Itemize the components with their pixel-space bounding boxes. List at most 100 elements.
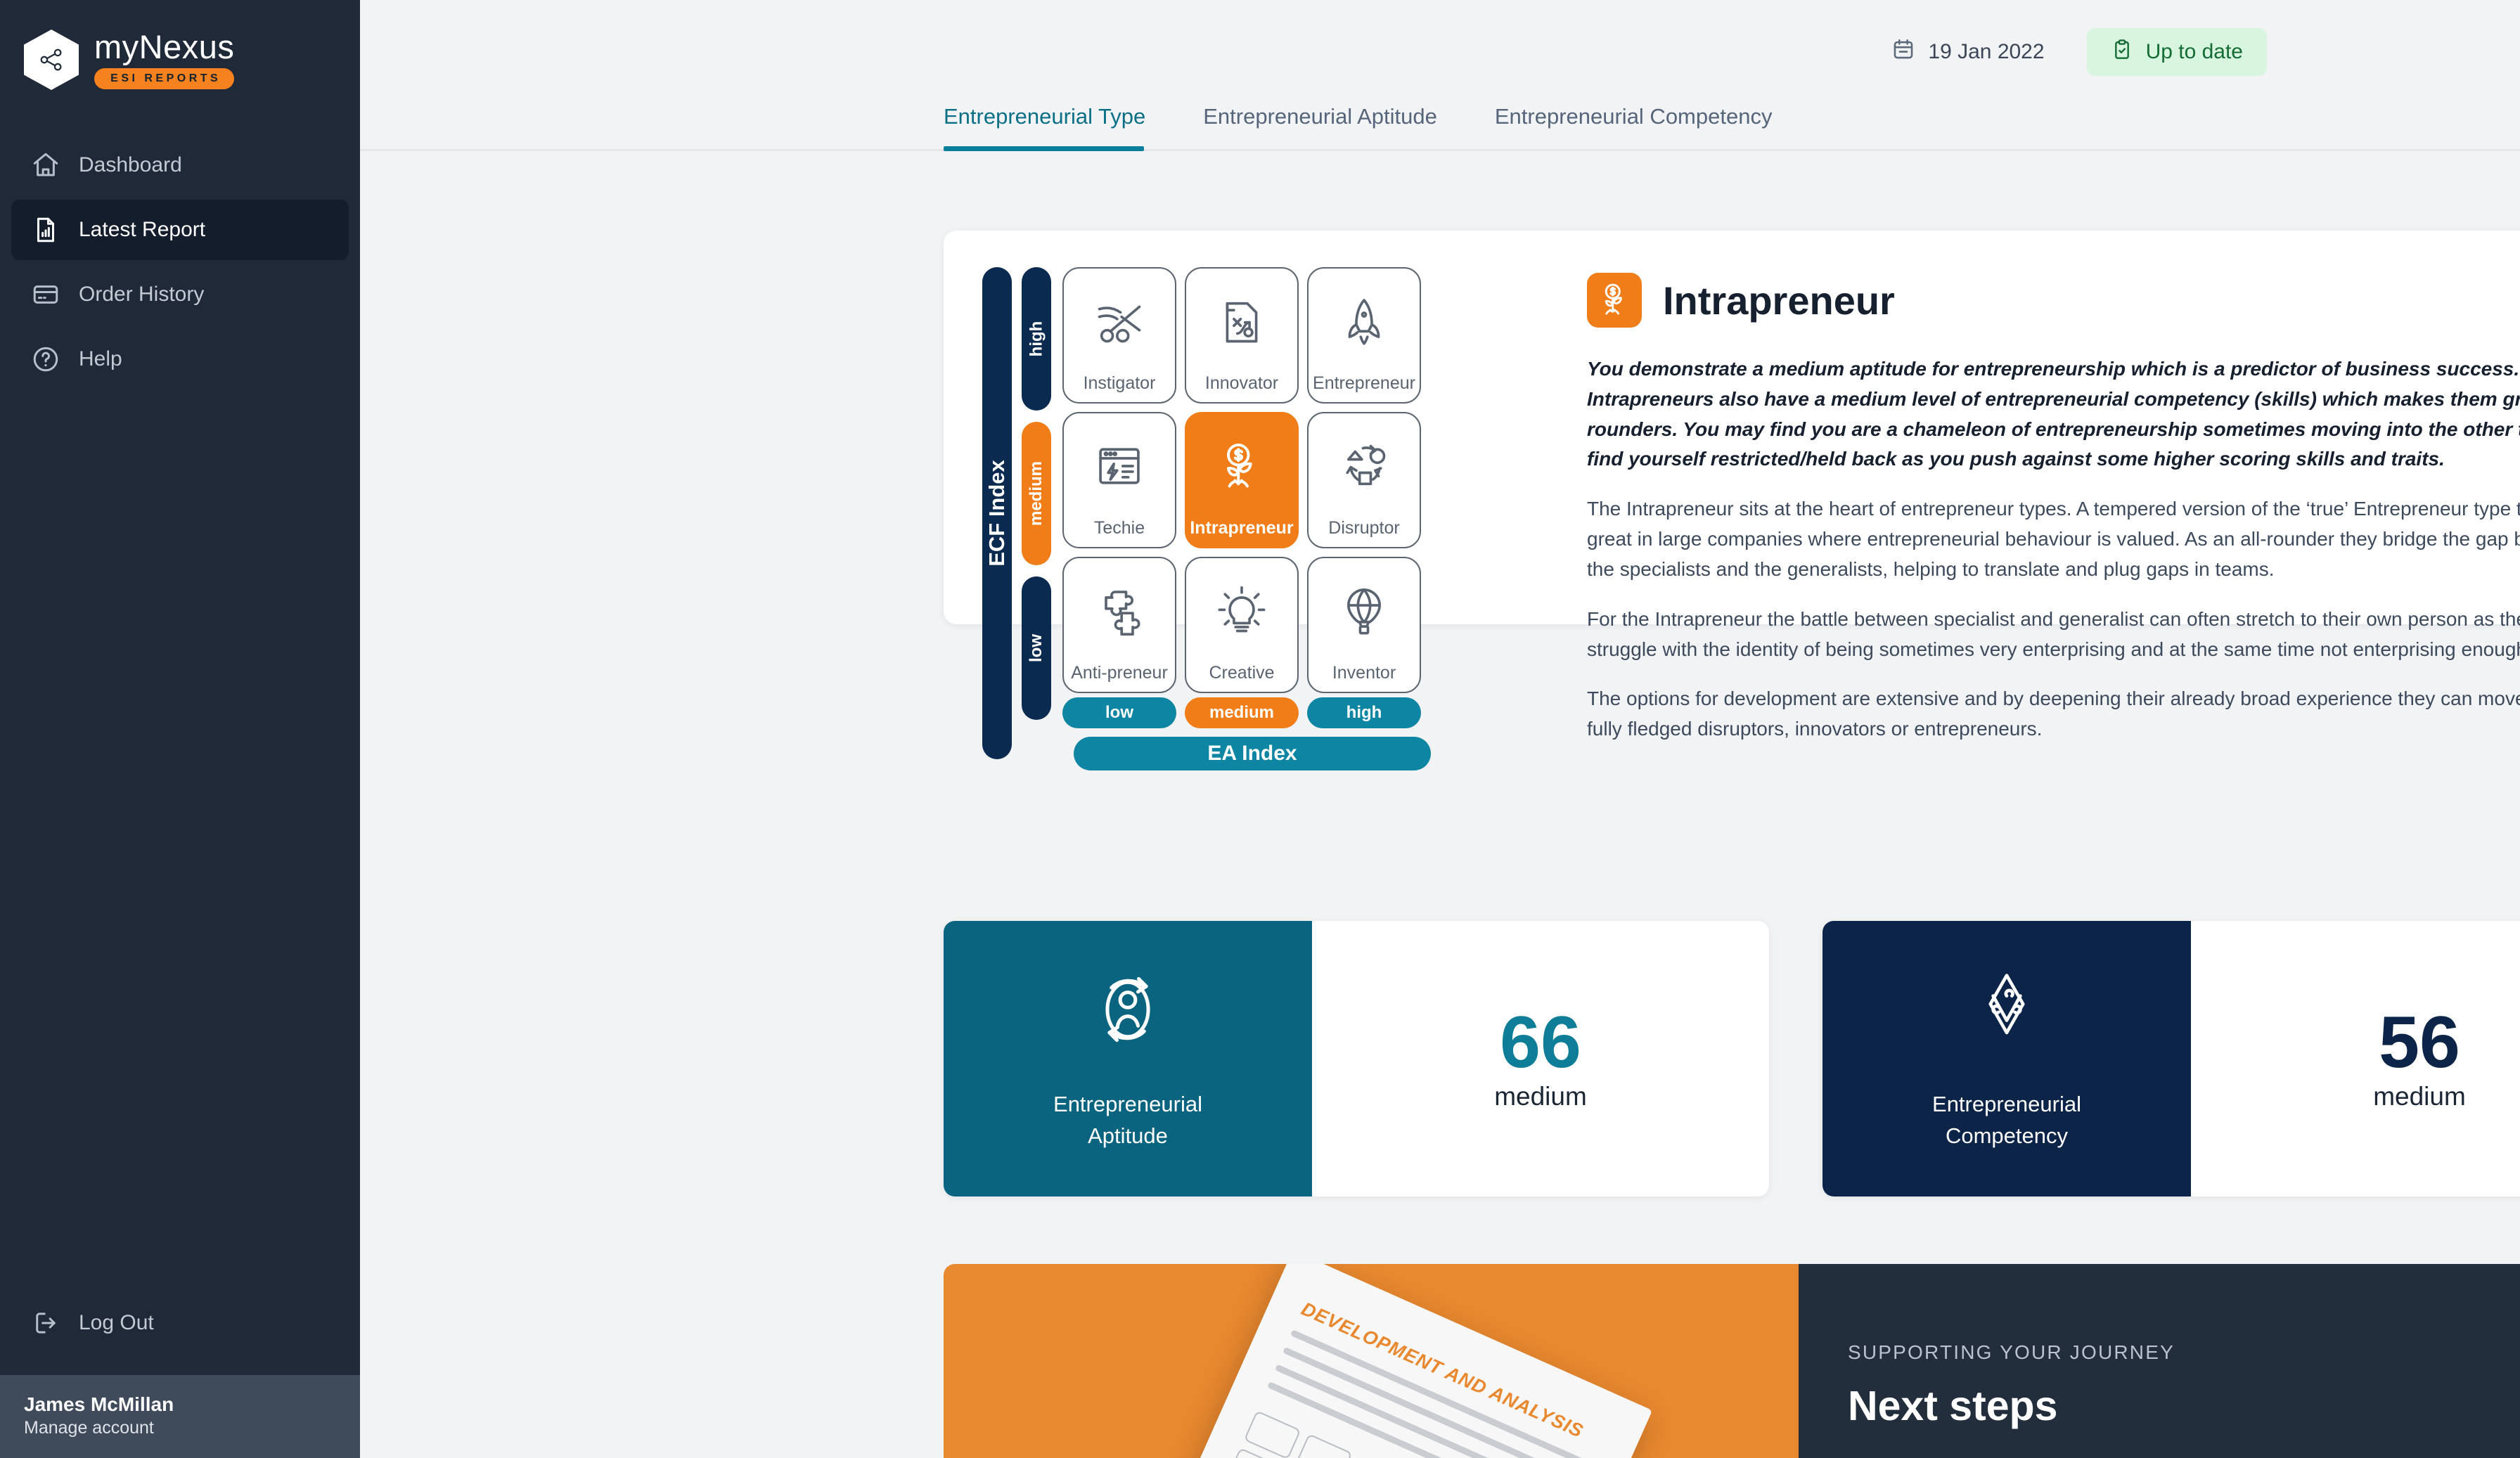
next-steps-image: DEVELOPMENT AND ANALYSIS: [944, 1264, 1799, 1458]
money-plant-icon: [1215, 413, 1268, 518]
score-card-aptitude-value: 66 medium: [1312, 921, 1769, 1196]
share-nodes-icon: [40, 49, 62, 71]
tab-label: Entrepreneurial Aptitude: [1203, 104, 1437, 129]
hot-air-balloon-icon: [1337, 558, 1391, 663]
brand-badge: ESI REPORTS: [94, 68, 235, 89]
ea-index-axis-label: EA Index: [1074, 737, 1431, 770]
type-cell-inventor[interactable]: Inventor: [1307, 557, 1421, 693]
score-card-aptitude: Entrepreneurial Aptitude 66 medium: [944, 921, 1769, 1196]
score-band: medium: [2373, 1082, 2466, 1111]
lightbulb-icon: [1215, 558, 1268, 663]
puzzle-piece-icon: [1093, 558, 1146, 663]
scissors-icon: [1093, 269, 1146, 373]
tab-bar: Entrepreneurial Type Entrepreneurial Apt…: [360, 104, 2520, 151]
status-badge: Up to date: [2086, 28, 2267, 76]
logout-button[interactable]: Log Out: [11, 1295, 174, 1351]
ecf-level-medium: medium: [1022, 422, 1051, 565]
type-cell-label: Disruptor: [1328, 518, 1400, 538]
type-cell-label: Anti-preneur: [1071, 663, 1168, 683]
score-card-competency-value: 56 medium: [2191, 921, 2520, 1196]
score-card-competency: Entrepreneurial Competency 56 medium: [1822, 921, 2520, 1196]
app-root: myNexus ESI REPORTS Dashboard Latest Rep…: [0, 0, 2520, 1458]
clipboard-check-icon: [2111, 38, 2133, 66]
ecf-level-high: high: [1022, 267, 1051, 411]
logout-label: Log Out: [79, 1311, 154, 1334]
logout-icon: [31, 1308, 60, 1338]
shapes-cycle-icon: [1337, 413, 1391, 518]
sidebar-item-label: Help: [79, 347, 122, 370]
type-description-header: Intrapreneur: [1587, 273, 2520, 328]
browser-bolt-icon: [1093, 413, 1146, 518]
sidebar: myNexus ESI REPORTS Dashboard Latest Rep…: [0, 0, 360, 1458]
sidebar-item-help[interactable]: Help: [11, 329, 349, 389]
tab-entrepreneurial-type[interactable]: Entrepreneurial Type: [944, 104, 1174, 151]
ecf-index-axis-label: ECF Index: [982, 267, 1012, 759]
type-description: Intrapreneur You demonstrate a medium ap…: [1545, 231, 2520, 740]
type-description-paragraph: The options for development are extensiv…: [1587, 688, 2520, 740]
entrepreneurial-type-card: ECF Index high medium low Instigator Inn…: [944, 231, 2520, 770]
score-card-competency-label: Entrepreneurial Competency: [1932, 1092, 2081, 1148]
help-icon: [31, 344, 60, 374]
home-icon: [31, 150, 60, 180]
sidebar-item-label: Dashboard: [79, 153, 182, 176]
account-manage-link: Manage account: [24, 1418, 154, 1438]
brand-logo[interactable]: myNexus ESI REPORTS: [0, 0, 360, 90]
main-content: 19 Jan 2022 Up to date Entrepreneurial T…: [360, 0, 2520, 1458]
type-grid: Instigator Innovator Entrepreneur Techie…: [1062, 267, 1421, 693]
strategy-doc-icon: [1215, 269, 1268, 373]
score-band: medium: [1494, 1082, 1587, 1111]
brand-name: myNexus: [94, 28, 235, 65]
next-steps-title: Next steps: [1848, 1383, 2058, 1429]
score-card-competency-panel: Entrepreneurial Competency: [1822, 921, 2191, 1196]
type-cell-label: Intrapreneur: [1190, 518, 1294, 538]
next-steps-kicker: SUPPORTING YOUR JOURNEY: [1848, 1341, 2175, 1363]
sidebar-item-label: Latest Report: [79, 218, 206, 241]
ea-level-low: low: [1062, 697, 1176, 728]
type-cell-anti-preneur[interactable]: Anti-preneur: [1062, 557, 1176, 693]
type-cell-disruptor[interactable]: Disruptor: [1307, 412, 1421, 548]
tab-label: Entrepreneurial Type: [944, 104, 1146, 129]
tab-label: Entrepreneurial Competency: [1494, 104, 1773, 129]
type-cell-label: Techie: [1093, 518, 1145, 538]
ea-level-labels: low medium high: [1062, 697, 1421, 728]
next-steps-panel: SUPPORTING YOUR JOURNEY Next steps: [1799, 1264, 2520, 1458]
type-cell-intrapreneur[interactable]: Intrapreneur: [1185, 412, 1299, 548]
score-value: 56: [2379, 1002, 2460, 1083]
money-plant-icon: [1587, 273, 1642, 328]
competency-puzzle-icon: [1963, 966, 2050, 1057]
type-matrix: ECF Index high medium low Instigator Inn…: [982, 267, 1545, 801]
sidebar-nav: Dashboard Latest Report Order History He…: [0, 135, 360, 389]
type-description-lead: You demonstrate a medium aptitude for en…: [1587, 358, 2520, 470]
ecf-index-text: ECF Index: [984, 460, 1009, 567]
ecf-level-low: low: [1022, 576, 1051, 720]
sidebar-item-dashboard[interactable]: Dashboard: [11, 135, 349, 195]
page-title: Intrapreneur: [1663, 278, 1895, 323]
type-cell-label: Entrepreneur: [1313, 373, 1415, 393]
tab-entrepreneurial-competency[interactable]: Entrepreneurial Competency: [1495, 104, 1801, 149]
report-date: 19 Jan 2022: [1891, 37, 2045, 67]
type-cell-creative[interactable]: Creative: [1185, 557, 1299, 693]
topbar: 19 Jan 2022 Up to date: [360, 0, 2520, 104]
type-description-paragraph: For the Intrapreneur the battle between …: [1587, 607, 2520, 660]
type-cell-instigator[interactable]: Instigator: [1062, 267, 1176, 404]
sidebar-item-order-history[interactable]: Order History: [11, 264, 349, 325]
sidebar-item-label: Order History: [79, 283, 205, 306]
tab-entrepreneurial-aptitude[interactable]: Entrepreneurial Aptitude: [1203, 104, 1465, 149]
type-cell-label: Instigator: [1083, 373, 1156, 393]
sidebar-item-latest-report[interactable]: Latest Report: [11, 200, 349, 260]
account-panel[interactable]: James McMillan Manage account: [0, 1375, 360, 1458]
type-cell-label: Innovator: [1204, 373, 1279, 393]
nexus-hex-logo-icon: [24, 30, 79, 90]
type-cell-innovator[interactable]: Innovator: [1185, 267, 1299, 404]
report-document-photo: DEVELOPMENT AND ANALYSIS: [1092, 1264, 1653, 1458]
ea-level-medium: medium: [1185, 697, 1299, 728]
type-cell-techie[interactable]: Techie: [1062, 412, 1176, 548]
type-cell-label: Creative: [1209, 663, 1275, 683]
account-name: James McMillan: [24, 1393, 174, 1415]
type-cell-entrepreneur[interactable]: Entrepreneur: [1307, 267, 1421, 404]
next-steps-section: DEVELOPMENT AND ANALYSIS SUPPORTING YOUR…: [944, 1264, 2520, 1458]
type-description-paragraph: The Intrapreneur sits at the heart of en…: [1587, 498, 2520, 580]
calendar-icon: [1891, 37, 1915, 67]
card-icon: [31, 280, 60, 309]
aptitude-cycle-icon: [1084, 966, 1171, 1057]
